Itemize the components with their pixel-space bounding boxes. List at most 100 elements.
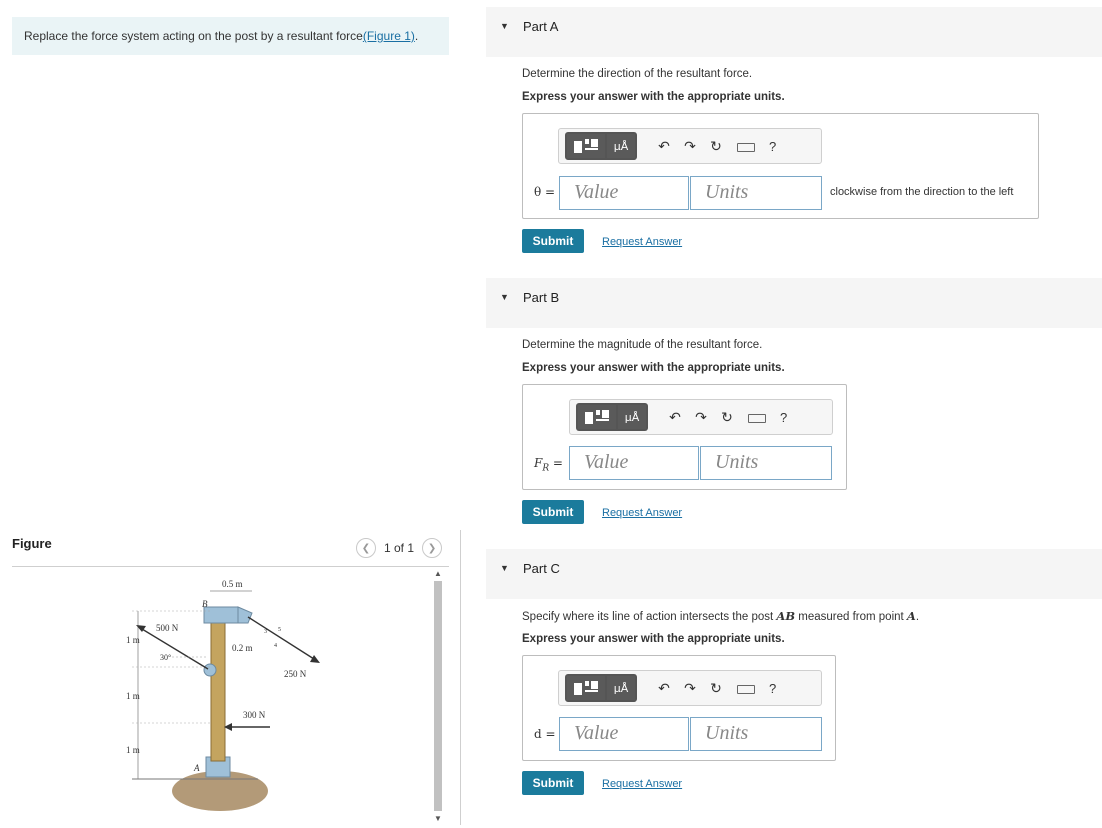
part-b-value-input[interactable]: Value: [569, 446, 699, 480]
fraction-template-icon: [574, 139, 598, 153]
part-a-header[interactable]: ▼ Part A: [486, 7, 1102, 57]
part-c-value-input[interactable]: Value: [559, 717, 689, 751]
next-figure-button[interactable]: ❯: [422, 538, 443, 558]
chevron-right-icon: ❯: [427, 542, 437, 554]
part-c-title: Part C: [523, 561, 560, 576]
units-symbol-button[interactable]: μÅ: [618, 405, 646, 429]
figure-scrollbar[interactable]: ▲ ▼: [432, 567, 444, 825]
templates-button[interactable]: [567, 676, 605, 700]
part-c-submit-button[interactable]: Submit: [522, 771, 584, 795]
redo-icon[interactable]: ↷: [677, 138, 703, 155]
part-a-units-input[interactable]: Units: [690, 176, 822, 210]
part-c-question: Specify where its line of action interse…: [522, 609, 919, 623]
templates-button[interactable]: [578, 405, 616, 429]
seg3-label: 1 m: [126, 745, 140, 755]
post-diagram: 0.5 m 0.2 m 1 m 1 m 1 m 30° 500 N 250 N …: [126, 579, 320, 811]
part-a-answer-box: μÅ ↶ ↷ ↻ ? θ = Value Units clockwise fro…: [522, 113, 1039, 219]
chevron-left-icon: ❮: [361, 542, 371, 554]
part-c-variable: d =: [534, 727, 556, 741]
force-500-line: [141, 628, 209, 670]
slope-5-label: 5: [278, 627, 281, 633]
figure-pager: ❮ 1 of 1 ❯: [356, 537, 443, 559]
part-a-instructions: Express your answer with the appropriate…: [522, 91, 785, 103]
q-end: .: [915, 611, 920, 623]
undo-icon[interactable]: ↶: [651, 138, 677, 155]
units-symbol-button[interactable]: μÅ: [607, 134, 635, 158]
undo-icon[interactable]: ↶: [651, 680, 677, 697]
force-250-label: 250 N: [284, 669, 307, 679]
force-300-label: 300 N: [243, 710, 266, 720]
part-c-instructions: Express your answer with the appropriate…: [522, 633, 785, 645]
figure-page-count: 1 of 1: [384, 541, 415, 555]
redo-icon[interactable]: ↷: [677, 680, 703, 697]
collapse-triangle-icon[interactable]: ▼: [500, 21, 509, 31]
part-a-value-input[interactable]: Value: [559, 176, 689, 210]
collapse-triangle-icon[interactable]: ▼: [500, 292, 509, 302]
part-b-request-answer-link[interactable]: Request Answer: [602, 507, 682, 519]
part-c-units-input[interactable]: Units: [690, 717, 822, 751]
template-buttons: μÅ: [565, 132, 637, 160]
force-250-line: [247, 616, 315, 660]
var-eq: =: [549, 456, 563, 470]
force-250-head: [310, 655, 320, 663]
collapse-triangle-icon[interactable]: ▼: [500, 563, 509, 573]
scroll-down-icon[interactable]: ▼: [432, 814, 444, 823]
reset-icon[interactable]: ↻: [714, 409, 740, 426]
column-separator: [460, 530, 461, 825]
help-button[interactable]: ?: [780, 410, 787, 425]
reset-icon[interactable]: ↻: [703, 680, 729, 697]
point-b-label: B: [202, 599, 208, 609]
scroll-up-icon[interactable]: ▲: [432, 569, 444, 578]
q-a: A: [906, 609, 916, 623]
side-hinge: [203, 663, 217, 677]
part-a-unit-note: clockwise from the direction to the left: [830, 186, 1014, 198]
keyboard-icon[interactable]: [740, 409, 774, 425]
slope-3-label: 3: [264, 629, 267, 635]
part-b-variable: FR =: [534, 456, 563, 473]
problem-statement: Replace the force system acting on the p…: [12, 17, 449, 55]
part-a-variable: θ =: [534, 185, 556, 199]
part-a-question: Determine the direction of the resultant…: [522, 68, 753, 80]
top-bracket: [203, 606, 239, 624]
part-b-header[interactable]: ▼ Part B: [486, 278, 1102, 328]
force-500-label: 500 N: [156, 623, 179, 633]
part-c-answer-box: μÅ ↶ ↷ ↻ ? d = Value Units: [522, 655, 836, 761]
figure-image: 0.5 m 0.2 m 1 m 1 m 1 m 30° 500 N 250 N …: [12, 567, 432, 825]
q-ab: AB: [776, 609, 796, 623]
keyboard-icon[interactable]: [729, 138, 763, 154]
part-a-title: Part A: [523, 19, 559, 34]
part-a-toolbar: μÅ ↶ ↷ ↻ ?: [558, 128, 822, 164]
scroll-thumb[interactable]: [434, 581, 442, 811]
undo-icon[interactable]: ↶: [662, 409, 688, 426]
part-b-answer-box: μÅ ↶ ↷ ↻ ? FR = Value Units: [522, 384, 847, 490]
problem-text: Replace the force system acting on the p…: [24, 29, 363, 43]
q-pre: Specify where its line of action interse…: [522, 611, 777, 623]
part-b-title: Part B: [523, 290, 560, 305]
prev-figure-button[interactable]: ❮: [356, 538, 376, 558]
part-c-toolbar: μÅ ↶ ↷ ↻ ?: [558, 670, 822, 706]
part-b-submit-button[interactable]: Submit: [522, 500, 584, 524]
part-c-request-answer-link[interactable]: Request Answer: [602, 778, 682, 790]
figure-link[interactable]: (Figure 1): [363, 29, 415, 43]
help-button[interactable]: ?: [769, 681, 776, 696]
fraction-template-icon: [585, 410, 609, 424]
q-mid: measured from point: [795, 611, 907, 623]
figure-heading: Figure: [12, 536, 52, 551]
reset-icon[interactable]: ↻: [703, 138, 729, 155]
part-a-request-answer-link[interactable]: Request Answer: [602, 236, 682, 248]
help-button[interactable]: ?: [769, 139, 776, 154]
seg2-label: 1 m: [126, 691, 140, 701]
redo-icon[interactable]: ↷: [688, 409, 714, 426]
keyboard-icon[interactable]: [729, 680, 763, 696]
units-symbol-button[interactable]: μÅ: [607, 676, 635, 700]
template-buttons: μÅ: [576, 403, 648, 431]
templates-button[interactable]: [567, 134, 605, 158]
part-b-units-input[interactable]: Units: [700, 446, 832, 480]
part-b-question: Determine the magnitude of the resultant…: [522, 339, 763, 351]
arm-length-label: 0.2 m: [232, 643, 253, 653]
part-a-submit-button[interactable]: Submit: [522, 229, 584, 253]
part-b-instructions: Express your answer with the appropriate…: [522, 362, 785, 374]
part-c-header[interactable]: ▼ Part C: [486, 549, 1102, 599]
part-b-toolbar: μÅ ↶ ↷ ↻ ?: [569, 399, 833, 435]
fraction-template-icon: [574, 681, 598, 695]
